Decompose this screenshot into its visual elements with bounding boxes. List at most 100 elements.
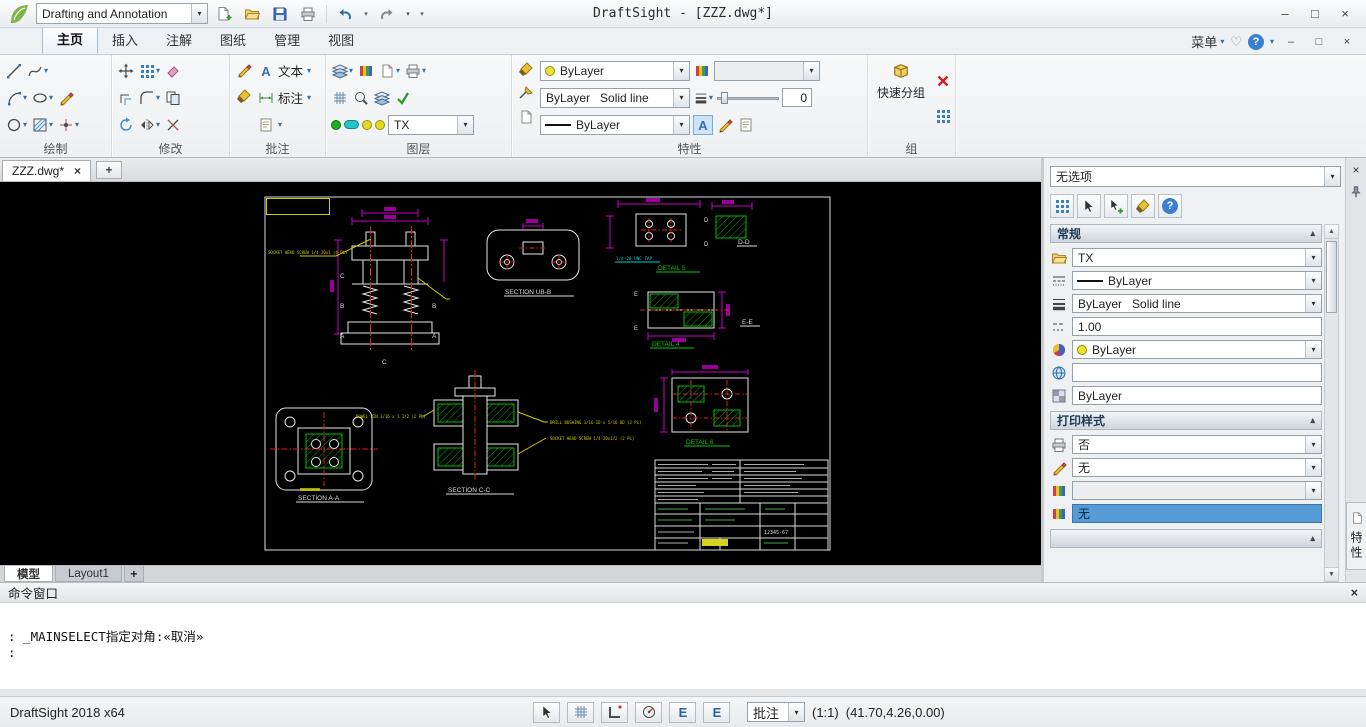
spline-tool-button[interactable]: ▾ [26, 62, 49, 80]
doc-close-button[interactable]: × [1336, 33, 1358, 50]
etrack-toggle-button[interactable] [703, 702, 730, 723]
layer-on-icon[interactable] [331, 120, 341, 130]
pin-icon[interactable] [1348, 184, 1364, 200]
chevron-down-icon[interactable]: ▾ [1305, 341, 1321, 358]
transparency-slider[interactable] [717, 91, 779, 105]
prop-layer-combo[interactable]: TX ▾ [1072, 248, 1322, 267]
color-palette-icon[interactable] [693, 62, 711, 80]
command-window-header[interactable]: 命令窗口 × [0, 583, 1366, 603]
doc-minimize-button[interactable]: – [1280, 33, 1302, 50]
tab-insert[interactable]: 插入 [98, 26, 152, 54]
save-button[interactable] [268, 2, 292, 26]
chevron-down-icon[interactable]: ▾ [1305, 249, 1321, 266]
maximize-button[interactable]: □ [1300, 3, 1330, 25]
customize-toolbar-icon[interactable]: ▾ [417, 2, 427, 26]
line-color-combo[interactable]: ByLayer ▾ [540, 61, 690, 81]
match-properties-icon[interactable] [517, 84, 535, 102]
scroll-down-icon[interactable]: ▼ [1325, 567, 1338, 581]
chevron-down-icon[interactable]: ▾ [75, 120, 79, 129]
layer-merge-button[interactable] [373, 89, 391, 107]
palette-close-icon[interactable]: × [1348, 162, 1364, 178]
chevron-down-icon[interactable]: ▾ [709, 93, 713, 102]
chevron-down-icon[interactable]: ▾ [673, 89, 689, 107]
ortho-toggle-button[interactable] [601, 702, 628, 723]
help-button[interactable]: ? [1248, 34, 1264, 50]
chevron-down-icon[interactable]: ▾ [191, 4, 207, 23]
menu-button[interactable]: 菜单 ▾ [1191, 32, 1224, 51]
arc-tool-button[interactable]: ▾ [5, 89, 28, 107]
chevron-down-icon[interactable]: ▾ [49, 120, 53, 129]
doc-restore-button[interactable]: □ [1308, 33, 1330, 50]
layer-color-button[interactable] [357, 62, 375, 80]
ellipse-tool-button[interactable]: ▾ [31, 89, 54, 107]
quick-group-button[interactable]: 快速分组 [873, 57, 929, 140]
annotation-scale-combo[interactable]: 批注 ▾ [747, 702, 805, 722]
edit-annotation-icon[interactable] [235, 61, 253, 79]
chevron-down-icon[interactable]: ▾ [307, 93, 311, 102]
section-partial-header[interactable]: ▴ [1050, 529, 1322, 548]
layer-thaw-icon[interactable] [344, 120, 359, 129]
circle-tool-button[interactable]: ▾ [5, 116, 28, 134]
ungroup-button[interactable] [934, 72, 952, 90]
tab-close-icon[interactable]: × [74, 164, 81, 178]
active-layer-combo[interactable]: TX ▾ [388, 115, 474, 135]
chevron-down-icon[interactable]: ▾ [1305, 272, 1321, 289]
edit-properties-icon[interactable] [716, 116, 734, 134]
trim-tool-button[interactable] [164, 116, 182, 134]
open-file-button[interactable] [240, 2, 264, 26]
document-tab-zzz[interactable]: ZZZ.dwg* × [2, 160, 91, 181]
drawing-canvas[interactable]: SOCKET HEAD SCREW 1/4-20x1 (4 PL) C B A … [0, 182, 1041, 565]
section-general-header[interactable]: 常规 ▴ [1050, 224, 1322, 243]
scrollbar-thumb[interactable] [1326, 241, 1337, 313]
new-document-tab-button[interactable]: + [96, 161, 122, 179]
note-button[interactable]: ▾ [258, 111, 311, 138]
pattern-tool-button[interactable]: ▾ [138, 62, 161, 80]
properties-sheet-icon[interactable] [517, 108, 535, 126]
hatch-tool-button[interactable]: ▾ [31, 116, 54, 134]
print-button[interactable] [296, 2, 320, 26]
prop-transparency-field[interactable]: ByLayer [1072, 386, 1322, 405]
edit-group-button[interactable] [934, 107, 952, 125]
line-weight-combo[interactable]: ByLayer Solid line ▾ [540, 88, 690, 108]
select-cursor-button[interactable] [1077, 194, 1101, 218]
chevron-down-icon[interactable]: ▾ [156, 66, 160, 75]
prop-lineweight-combo[interactable]: ByLayer Solid line ▾ [1072, 294, 1322, 313]
prop-linestyle-combo[interactable]: ByLayer ▾ [1072, 271, 1322, 290]
fillet-tool-button[interactable]: ▾ [138, 89, 161, 107]
chevron-down-icon[interactable]: ▾ [156, 93, 160, 102]
palette-help-button[interactable]: ? [1158, 194, 1182, 218]
close-button[interactable]: × [1330, 3, 1360, 25]
annotation-scale-toggle[interactable] [693, 115, 713, 135]
line-style-combo[interactable]: ByLayer ▾ [540, 115, 690, 135]
mirror-tool-button[interactable]: ▾ [138, 116, 161, 134]
command-history[interactable]: : _MAINSELECT指定对角:«取消» : [0, 603, 1366, 689]
layer-apply-button[interactable] [394, 89, 412, 107]
collapse-icon[interactable]: ▴ [1310, 228, 1315, 239]
copy-tool-button[interactable] [164, 89, 182, 107]
collapse-icon[interactable]: ▴ [1310, 533, 1315, 544]
line-tool-button[interactable] [5, 62, 23, 80]
minimize-button[interactable]: – [1270, 3, 1300, 25]
collapse-icon[interactable]: ▴ [1310, 415, 1315, 426]
layer-isolate-button[interactable] [352, 89, 370, 107]
chevron-down-icon[interactable]: ▾ [23, 120, 27, 129]
selection-mode-button[interactable] [533, 702, 560, 723]
chevron-down-icon[interactable]: ▾ [49, 93, 53, 102]
chevron-down-icon[interactable]: ▾ [1305, 459, 1321, 476]
chevron-down-icon[interactable]: ▾ [307, 66, 311, 75]
sketch-tool-button[interactable] [57, 89, 75, 107]
layers-manager-button[interactable]: ▾ [331, 62, 354, 80]
section-print-style-header[interactable]: 打印样式 ▴ [1050, 411, 1322, 430]
chevron-down-icon[interactable]: ▾ [673, 62, 689, 80]
selection-filter-combo[interactable]: 无选项 ▾ [1050, 166, 1341, 187]
chevron-down-icon[interactable]: ▾ [457, 116, 473, 134]
command-close-icon[interactable]: × [1351, 586, 1358, 600]
chevron-down-icon[interactable]: ▾ [1305, 436, 1321, 453]
layer-print-button[interactable]: ▾ [404, 62, 427, 80]
property-painter-icon[interactable] [517, 60, 535, 78]
chevron-down-icon[interactable]: ▾ [156, 120, 160, 129]
help-dropdown-icon[interactable]: ▾ [1270, 37, 1274, 46]
prop-hyperlink-field[interactable] [1072, 363, 1322, 382]
scroll-up-icon[interactable]: ▲ [1325, 225, 1338, 239]
favorites-heart-icon[interactable]: ♡ [1230, 34, 1242, 50]
